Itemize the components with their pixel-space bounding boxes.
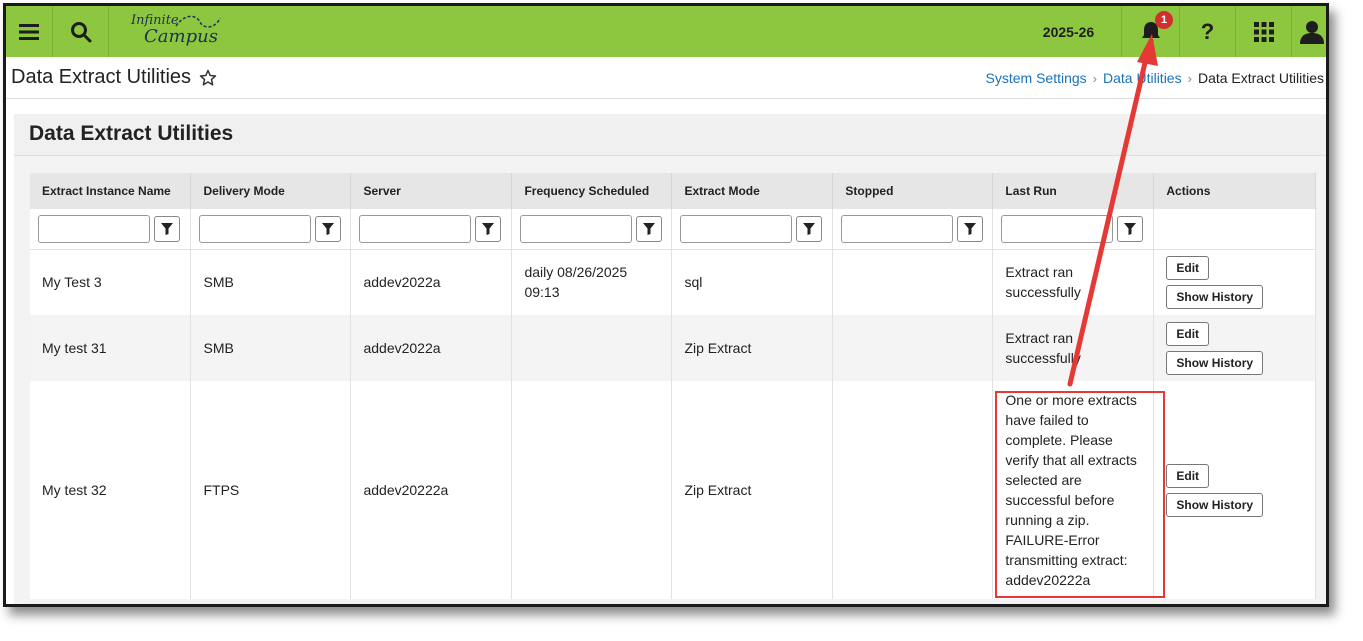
show-history-button[interactable]: Show History: [1166, 284, 1264, 309]
cell-server: addev20222a: [350, 381, 513, 599]
error-callout-box: [995, 391, 1165, 598]
page-title: Data Extract Utilities: [11, 66, 217, 89]
filter-icon: [322, 222, 335, 235]
notification-badge: 1: [1155, 11, 1173, 29]
chevron-right-icon: ›: [1187, 70, 1192, 86]
cell-last-run: Extract ran successfully: [992, 249, 1155, 315]
menu-icon: [19, 23, 39, 40]
filter-button[interactable]: [475, 215, 502, 242]
filter-icon: [964, 222, 977, 235]
screenshot-frame: Infinite Campus 2025-26 1 ? Data Extract…: [3, 3, 1329, 607]
table-header-row: Extract Instance Name Delivery Mode Serv…: [30, 173, 1316, 209]
filter-input-last-run[interactable]: [1001, 214, 1114, 243]
table-row: My Test 3 SMB addev2022a daily 08/26/202…: [30, 249, 1316, 315]
user-icon: [1300, 20, 1324, 44]
cell-actions: Edit Show History: [1153, 249, 1316, 315]
cell-server: addev2022a: [350, 249, 513, 315]
cell-actions: Edit Show History: [1153, 315, 1316, 381]
column-header[interactable]: Server: [350, 173, 513, 209]
edit-button[interactable]: Edit: [1166, 255, 1210, 280]
apps-grid-icon: [1253, 21, 1274, 42]
cell-frequency: daily 08/26/2025 09:13: [511, 249, 673, 315]
cell-stopped: [832, 249, 994, 315]
school-year-selector[interactable]: 2025-26: [1016, 6, 1122, 57]
cell-server: addev2022a: [350, 315, 513, 381]
cell-stopped: [832, 381, 994, 599]
breadcrumb-data-utilities[interactable]: Data Utilities: [1103, 70, 1182, 86]
filter-icon: [161, 222, 173, 235]
filter-icon: [643, 222, 656, 235]
cell-name: My Test 3: [30, 249, 192, 315]
show-history-button[interactable]: Show History: [1166, 492, 1264, 517]
breadcrumb: System Settings › Data Utilities › Data …: [986, 70, 1324, 86]
cell-mode: Zip Extract: [671, 315, 834, 381]
infinite-campus-logo[interactable]: Infinite Campus: [124, 10, 224, 52]
chevron-right-icon: ›: [1092, 70, 1098, 86]
filter-icon: [803, 222, 816, 235]
page-title-text: Data Extract Utilities: [11, 66, 192, 88]
cell-stopped: [832, 315, 994, 381]
cell-delivery: SMB: [190, 315, 352, 381]
page-header: Data Extract Utilities System Settings ›…: [6, 57, 1326, 99]
filter-icon: [482, 222, 495, 235]
cell-delivery: FTPS: [190, 381, 352, 599]
search-icon: [70, 21, 91, 42]
edit-button[interactable]: Edit: [1166, 463, 1210, 488]
show-history-button[interactable]: Show History: [1166, 350, 1264, 375]
filter-input-mode[interactable]: [680, 214, 793, 243]
search-button[interactable]: [53, 6, 109, 57]
cell-delivery: SMB: [190, 249, 352, 315]
top-bar: Infinite Campus 2025-26 1 ?: [6, 6, 1326, 57]
help-icon: ?: [1200, 18, 1215, 44]
breadcrumb-system-settings[interactable]: System Settings: [986, 70, 1087, 86]
column-header[interactable]: Delivery Mode: [190, 173, 352, 209]
filter-input-stopped[interactable]: [841, 214, 954, 243]
apps-button[interactable]: [1236, 6, 1292, 57]
filter-icon: [1124, 222, 1137, 235]
user-account-button[interactable]: [1292, 6, 1326, 57]
filter-button[interactable]: [796, 215, 823, 242]
filter-button[interactable]: [154, 215, 180, 242]
edit-button[interactable]: Edit: [1166, 321, 1210, 346]
filter-input-server[interactable]: [359, 214, 472, 243]
logo-swirl-icon: [175, 15, 221, 28]
cell-mode: Zip Extract: [671, 381, 834, 599]
cell-frequency: [511, 381, 673, 599]
help-button[interactable]: ?: [1180, 6, 1236, 57]
cell-last-run: Extract ran successfully: [992, 315, 1155, 381]
filter-input-frequency[interactable]: [520, 214, 633, 243]
filter-button[interactable]: [1117, 215, 1144, 242]
star-icon[interactable]: [199, 69, 217, 87]
notifications-button[interactable]: 1: [1122, 6, 1180, 57]
filter-button[interactable]: [315, 215, 342, 242]
table-row: My test 31 SMB addev2022a Zip Extract Ex…: [30, 315, 1316, 381]
column-header[interactable]: Extract Mode: [671, 173, 834, 209]
cell-mode: sql: [671, 249, 834, 315]
column-header: Actions: [1153, 173, 1316, 209]
filter-row: [30, 209, 1316, 250]
filter-input-name[interactable]: [38, 214, 150, 243]
column-header[interactable]: Extract Instance Name: [30, 173, 192, 209]
column-header[interactable]: Frequency Scheduled: [511, 173, 673, 209]
filter-button[interactable]: [957, 215, 984, 242]
cell-frequency: [511, 315, 673, 381]
section-title: Data Extract Utilities: [29, 122, 234, 145]
cell-actions: Edit Show History: [1153, 381, 1316, 599]
menu-button[interactable]: [6, 6, 53, 57]
column-header[interactable]: Stopped: [832, 173, 994, 209]
breadcrumb-current: Data Extract Utilities: [1197, 70, 1324, 86]
cell-name: My test 31: [30, 315, 192, 381]
actions-filter-empty: [1153, 209, 1316, 250]
column-header[interactable]: Last Run: [992, 173, 1155, 209]
cell-name: My test 32: [30, 381, 192, 599]
filter-button[interactable]: [636, 215, 663, 242]
filter-input-delivery[interactable]: [199, 214, 312, 243]
